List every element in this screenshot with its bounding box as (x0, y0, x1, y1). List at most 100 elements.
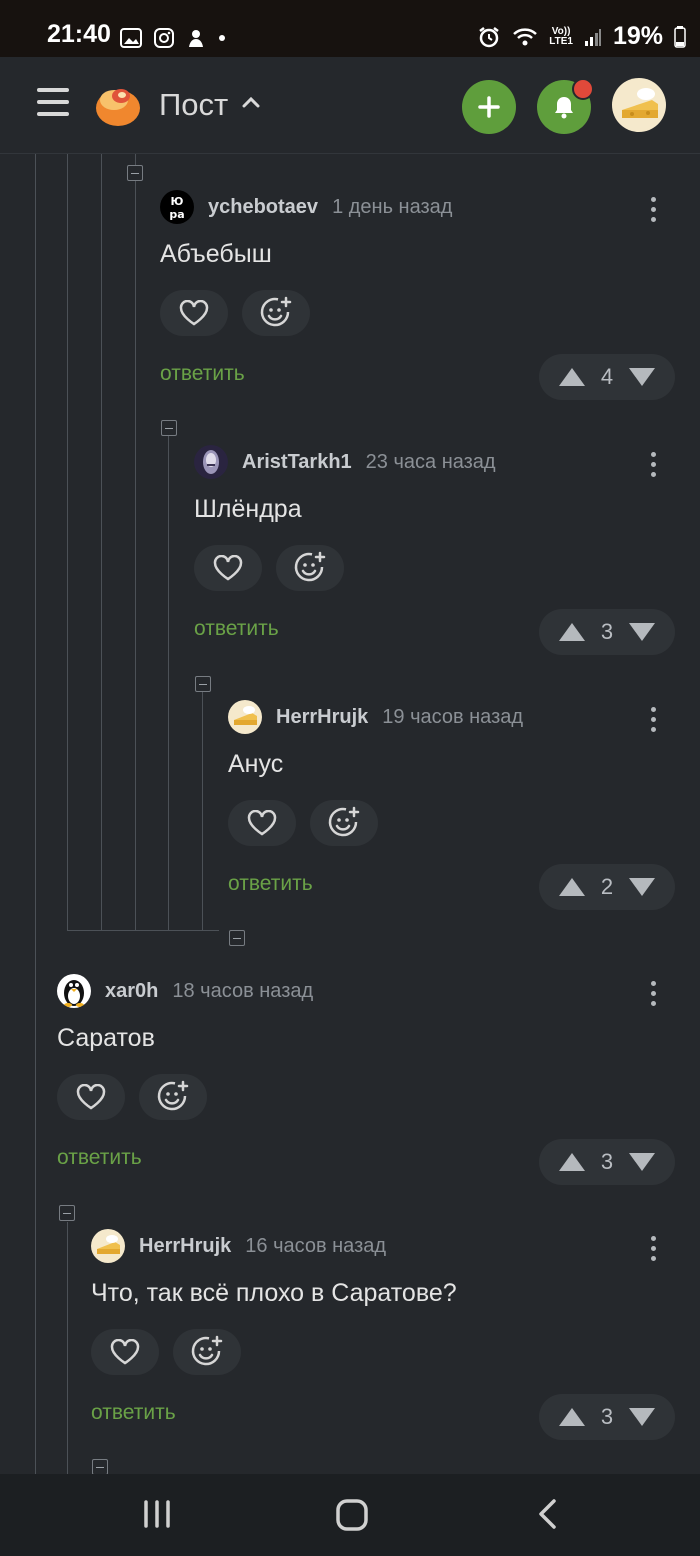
battery-icon (674, 25, 686, 48)
comment-text: Абъебыш (160, 240, 272, 268)
avatar[interactable] (91, 1229, 125, 1263)
downvote-button[interactable] (627, 621, 657, 643)
create-post-button[interactable] (462, 80, 516, 134)
vote-control: 3 (539, 1394, 675, 1440)
add-reaction-button[interactable] (276, 545, 344, 591)
collapse-thread-button[interactable] (195, 676, 211, 692)
emoji-add-icon (294, 551, 326, 582)
avatar[interactable] (194, 445, 228, 479)
comment-author[interactable]: ychebotaev (208, 196, 318, 219)
reply-link[interactable]: ответить (194, 617, 279, 641)
app-header: Пост (0, 57, 700, 154)
comment-time: 18 часов назад (172, 979, 314, 1002)
like-button[interactable] (57, 1074, 125, 1120)
vote-score: 4 (600, 364, 614, 389)
heart-icon (76, 1084, 106, 1110)
profile-avatar[interactable] (612, 78, 666, 132)
thread-line (67, 1222, 68, 1474)
more-options-button[interactable] (643, 704, 663, 736)
user-avatar-icon (234, 706, 257, 725)
avatar[interactable]: Юра (160, 190, 194, 224)
upvote-button[interactable] (557, 621, 587, 643)
thread-line (35, 154, 36, 1474)
heart-icon (110, 1339, 140, 1365)
avatar[interactable] (57, 974, 91, 1008)
add-reaction-button[interactable] (310, 800, 378, 846)
emoji-add-icon (157, 1080, 189, 1111)
upvote-button[interactable] (557, 1151, 587, 1173)
collapse-thread-button[interactable] (92, 1459, 108, 1474)
bell-icon (555, 97, 573, 119)
downvote-button[interactable] (627, 1151, 657, 1173)
comment-author[interactable]: HerrHrujk (276, 706, 368, 729)
reply-link[interactable]: ответить (160, 362, 245, 386)
vote-control: 4 (539, 354, 675, 400)
upvote-button[interactable] (557, 366, 587, 388)
more-options-button[interactable] (643, 978, 663, 1010)
notification-badge (572, 78, 594, 100)
comment-text: Шлёндра (194, 495, 302, 523)
chevron-up-icon[interactable] (242, 95, 260, 109)
add-reaction-button[interactable] (139, 1074, 207, 1120)
upvote-button[interactable] (557, 876, 587, 898)
vote-score: 3 (600, 619, 614, 644)
collapse-thread-button[interactable] (59, 1205, 75, 1221)
like-button[interactable] (160, 290, 228, 336)
status-bar: 21:40 Vo)) LTE1 19% (0, 0, 700, 57)
collapse-thread-button[interactable] (127, 165, 143, 181)
like-button[interactable] (91, 1329, 159, 1375)
reply-link[interactable]: ответить (57, 1146, 142, 1170)
downvote-button[interactable] (627, 876, 657, 898)
comment-text: Что, так всё плохо в Саратове? (91, 1279, 457, 1307)
emoji-add-icon (260, 296, 292, 327)
comment-author[interactable]: AristTarkh1 (242, 451, 352, 474)
menu-button[interactable] (37, 88, 69, 120)
user-avatar-icon (97, 1235, 120, 1254)
comment-time: 1 день назад (332, 195, 453, 218)
avatar[interactable] (228, 700, 262, 734)
reply-link[interactable]: ответить (228, 872, 313, 896)
thread-line (67, 930, 219, 931)
upvote-button[interactable] (557, 1406, 587, 1428)
app-notification-icon (189, 30, 203, 47)
comment-time: 19 часов назад (382, 705, 524, 728)
hamburger-icon (37, 88, 69, 92)
collapse-thread-button[interactable] (229, 930, 245, 946)
like-button[interactable] (228, 800, 296, 846)
add-reaction-button[interactable] (242, 290, 310, 336)
vote-score: 3 (600, 1149, 614, 1174)
battery-percent: 19% (612, 22, 663, 50)
network-type-label: Vo)) LTE1 (549, 25, 573, 47)
collapse-thread-button[interactable] (161, 420, 177, 436)
comment-time: 23 часа назад (365, 450, 496, 473)
more-options-button[interactable] (643, 449, 663, 481)
more-options-button[interactable] (643, 194, 663, 226)
comment-author[interactable]: HerrHrujk (139, 1235, 231, 1258)
comment-author[interactable]: xar0h (105, 980, 158, 1003)
svg-text:ра: ра (169, 208, 184, 221)
user-avatar-icon: Юра (169, 195, 184, 221)
reply-link[interactable]: ответить (91, 1401, 176, 1425)
add-reaction-button[interactable] (173, 1329, 241, 1375)
thread-line (202, 692, 203, 931)
status-time: 21:40 (47, 20, 111, 48)
downvote-button[interactable] (627, 366, 657, 388)
page-title[interactable]: Пост (159, 87, 228, 123)
alarm-icon (479, 26, 499, 47)
more-notifications-dot-icon (219, 35, 225, 41)
back-button[interactable] (536, 1498, 560, 1530)
more-options-button[interactable] (643, 1233, 663, 1265)
downvote-button[interactable] (627, 1406, 657, 1428)
vote-control: 2 (539, 864, 675, 910)
heart-icon (247, 810, 277, 836)
recent-apps-button[interactable] (141, 1498, 173, 1530)
notifications-button[interactable] (537, 78, 594, 134)
plus-icon (478, 96, 500, 118)
comment-text: Саратов (57, 1024, 155, 1052)
like-button[interactable] (194, 545, 262, 591)
penguin-avatar-icon (64, 980, 84, 1007)
comment-time: 16 часов назад (245, 1234, 387, 1257)
user-avatar-icon (203, 450, 219, 474)
home-button[interactable] (335, 1498, 369, 1532)
heart-icon (179, 300, 209, 326)
